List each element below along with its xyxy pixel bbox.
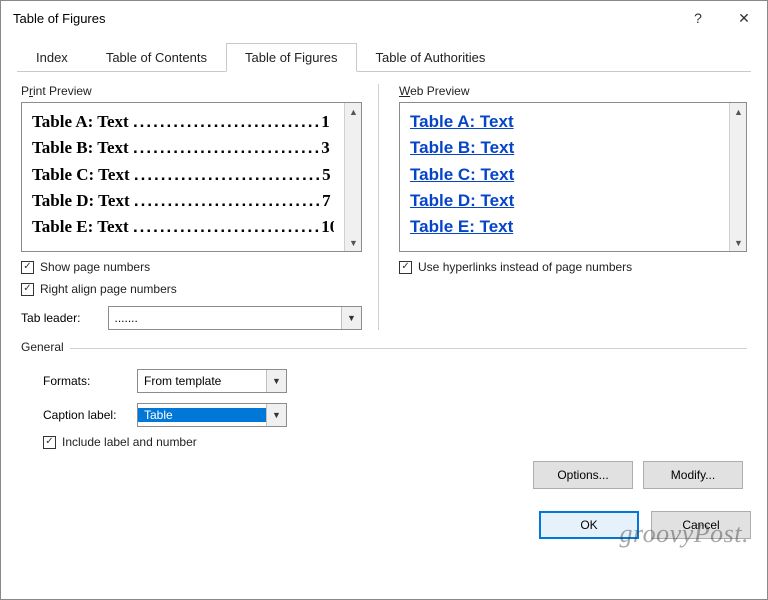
tab-table-of-contents[interactable]: Table of Contents <box>87 43 226 72</box>
print-preview-line: Table D: Text ..........................… <box>32 188 334 214</box>
tab-leader-dropdown[interactable]: ....... ▼ <box>108 306 363 330</box>
web-preview-line: Table C: Text <box>410 162 719 188</box>
caption-label-dropdown[interactable]: Table ▼ <box>137 403 287 427</box>
close-button[interactable]: ✕ <box>721 1 767 35</box>
tab-table-of-authorities[interactable]: Table of Authorities <box>357 43 505 72</box>
print-preview-line: Table B: Text ..........................… <box>32 135 334 161</box>
general-group: General Formats: From template ▼ Caption… <box>21 348 747 493</box>
tab-table-of-figures[interactable]: Table of Figures <box>226 43 357 72</box>
dialog-window: Table of Figures ? ✕ Index Table of Cont… <box>0 0 768 600</box>
dialog-title: Table of Figures <box>13 11 675 26</box>
web-preview-line: Table D: Text <box>410 188 719 214</box>
use-hyperlinks-checkbox[interactable]: Use hyperlinks instead of page numbers <box>399 260 747 274</box>
checkbox-icon <box>43 436 56 449</box>
web-preview-line: Table A: Text <box>410 109 719 135</box>
print-preview-label: Print Preview <box>21 84 362 98</box>
help-button[interactable]: ? <box>675 1 721 35</box>
tab-strip: Index Table of Contents Table of Figures… <box>17 43 751 72</box>
web-preview-link[interactable]: Table C: Text <box>410 165 514 184</box>
chevron-down-icon: ▼ <box>341 307 361 329</box>
checkbox-icon <box>21 261 34 274</box>
checkbox-icon <box>21 283 34 296</box>
print-preview-line: Table A: Text ..........................… <box>32 109 334 135</box>
web-preview-label: Web Preview <box>399 84 747 98</box>
web-preview-link[interactable]: Table B: Text <box>410 138 514 157</box>
tab-leader-label: Tab leader: <box>21 311 102 325</box>
print-preview-line: Table C: Text ..........................… <box>32 162 334 188</box>
web-preview-line: Table E: Text <box>410 214 719 240</box>
web-preview-link[interactable]: Table D: Text <box>410 191 514 210</box>
web-preview-line: Table B: Text <box>410 135 719 161</box>
scroll-up-icon[interactable]: ▲ <box>730 103 747 120</box>
print-preview-scrollbar[interactable]: ▲ ▼ <box>344 103 361 251</box>
modify-button[interactable]: Modify... <box>643 461 743 489</box>
cancel-button[interactable]: Cancel <box>651 511 751 539</box>
scroll-down-icon[interactable]: ▼ <box>345 234 362 251</box>
checkbox-icon <box>399 261 412 274</box>
scroll-up-icon[interactable]: ▲ <box>345 103 362 120</box>
right-align-checkbox[interactable]: Right align page numbers <box>21 282 362 296</box>
tab-index[interactable]: Index <box>17 43 87 72</box>
chevron-down-icon: ▼ <box>266 404 286 426</box>
ok-button[interactable]: OK <box>539 511 639 539</box>
scroll-down-icon[interactable]: ▼ <box>730 234 747 251</box>
web-preview-box: Table A: Text Table B: Text Table C: Text T… <box>399 102 747 252</box>
print-preview-box: Table A: Text ..........................… <box>21 102 362 252</box>
title-bar: Table of Figures ? ✕ <box>1 1 767 35</box>
chevron-down-icon: ▼ <box>266 370 286 392</box>
options-button[interactable]: Options... <box>533 461 633 489</box>
print-preview-line: Table E: Text ..........................… <box>32 214 334 240</box>
formats-label: Formats: <box>43 374 131 388</box>
web-preview-link[interactable]: Table E: Text <box>410 217 513 236</box>
dialog-footer: OK Cancel <box>1 497 767 553</box>
web-preview-scrollbar[interactable]: ▲ ▼ <box>729 103 746 251</box>
general-legend: General <box>21 340 70 354</box>
formats-dropdown[interactable]: From template ▼ <box>137 369 287 393</box>
include-label-checkbox[interactable]: Include label and number <box>43 435 743 449</box>
web-preview-link[interactable]: Table A: Text <box>410 112 514 131</box>
show-page-numbers-checkbox[interactable]: Show page numbers <box>21 260 362 274</box>
caption-label-label: Caption label: <box>43 408 131 422</box>
